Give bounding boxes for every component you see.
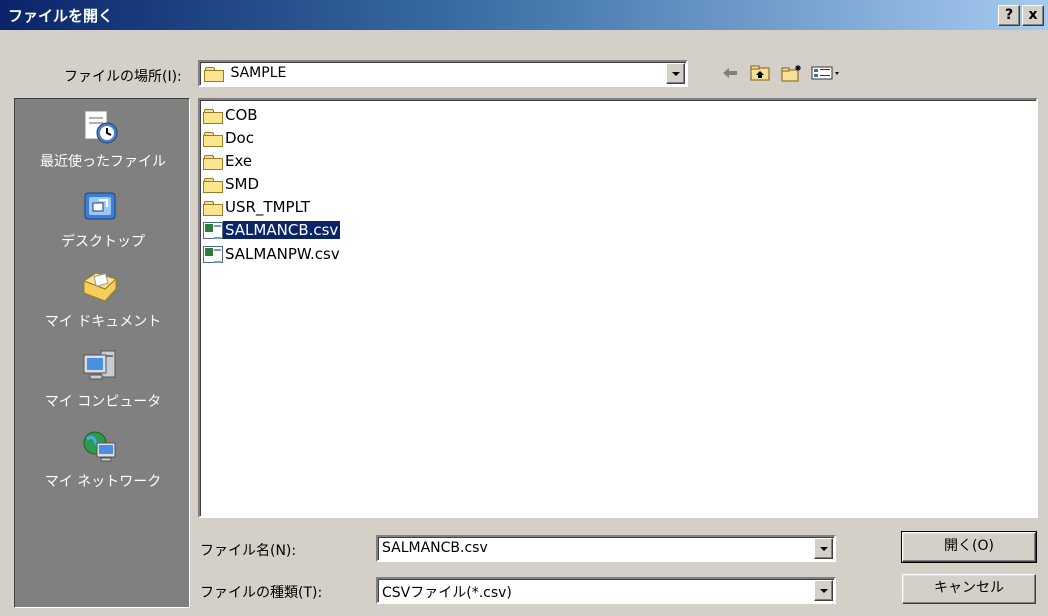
chevron-down-icon[interactable] <box>666 63 685 84</box>
view-menu-icon[interactable] <box>810 62 842 84</box>
file-name: Exe <box>225 152 253 170</box>
file-name: SMD <box>225 175 260 193</box>
place-recent[interactable]: 最近使ったファイル <box>15 103 191 179</box>
cancel-button[interactable]: キャンセル <box>902 574 1036 604</box>
place-label-my-computer: マイ コンピュータ <box>44 394 162 410</box>
folder-icon <box>204 66 224 82</box>
my-network-icon <box>81 429 119 465</box>
desktop-icon <box>81 189 119 225</box>
place-label-recent: 最近使ったファイル <box>40 154 166 170</box>
lookin-label: ファイルの場所(I): <box>64 69 182 85</box>
lookin-combo[interactable]: SAMPLE <box>198 60 688 87</box>
place-my-computer[interactable]: マイ コンピュータ <box>15 343 191 419</box>
folder-icon <box>203 154 223 170</box>
filename-combo[interactable]: SALMANCB.csv <box>376 535 836 562</box>
file-name: SALMANPW.csv <box>225 245 340 263</box>
filename-input[interactable]: SALMANCB.csv <box>382 540 488 556</box>
file-name: Doc <box>225 129 254 147</box>
place-my-network[interactable]: マイ ネットワーク <box>15 423 191 499</box>
list-item-folder-smd[interactable]: SMD <box>203 173 261 195</box>
lookin-value: SAMPLE <box>230 65 287 81</box>
up-folder-icon[interactable] <box>748 62 772 84</box>
filetype-value: CSVファイル(*.csv) <box>382 585 512 601</box>
my-documents-icon <box>81 269 119 305</box>
chevron-down-icon[interactable] <box>814 580 833 601</box>
file-name: SALMANCB.csv <box>221 220 342 240</box>
place-label-desktop: デスクトップ <box>61 234 145 250</box>
filetype-label: ファイルの種類(T): <box>200 585 323 601</box>
place-desktop[interactable]: デスクトップ <box>15 183 191 259</box>
list-item-folder-cob[interactable]: COB <box>203 104 260 126</box>
list-item-file-salmancb[interactable]: SALMANCB.csv <box>203 219 342 241</box>
file-name: COB <box>225 106 258 124</box>
place-label-my-documents: マイ ドキュメント <box>44 314 162 330</box>
list-item-file-salmanpw[interactable]: SALMANPW.csv <box>203 243 342 265</box>
list-item-folder-doc[interactable]: Doc <box>203 127 256 149</box>
places-bar: 最近使ったファイル デスクトップ マイ ドキュメント マイ コンピュータ マイ … <box>14 98 190 608</box>
folder-icon <box>203 108 223 124</box>
open-button[interactable]: 開く(O) <box>901 531 1037 563</box>
filename-label: ファイル名(N): <box>200 543 297 559</box>
place-my-documents[interactable]: マイ ドキュメント <box>15 263 191 339</box>
file-list[interactable]: COB Doc Exe SMD USR_TMPLT SALMANCB.csv S… <box>198 98 1038 518</box>
new-folder-icon[interactable] <box>780 62 804 84</box>
list-item-folder-exe[interactable]: Exe <box>203 150 254 172</box>
chevron-down-icon[interactable] <box>814 538 833 559</box>
help-button[interactable]: ? <box>998 5 1020 26</box>
window-title: ファイルを開く <box>8 7 114 25</box>
my-computer-icon <box>81 349 119 385</box>
close-button[interactable]: x <box>1022 5 1044 26</box>
filetype-combo[interactable]: CSVファイル(*.csv) <box>376 577 836 604</box>
recent-files-icon <box>81 109 119 145</box>
back-arrow-icon[interactable] <box>718 62 742 84</box>
place-label-my-network: マイ ネットワーク <box>44 474 162 490</box>
folder-icon <box>203 200 223 216</box>
file-name: USR_TMPLT <box>225 198 311 216</box>
csv-file-icon <box>203 245 223 263</box>
folder-icon <box>203 131 223 147</box>
folder-icon <box>203 177 223 193</box>
title-bar: ファイルを開く ? x <box>0 0 1048 30</box>
list-item-folder-usr-tmplt[interactable]: USR_TMPLT <box>203 196 312 218</box>
csv-file-icon <box>203 221 223 239</box>
